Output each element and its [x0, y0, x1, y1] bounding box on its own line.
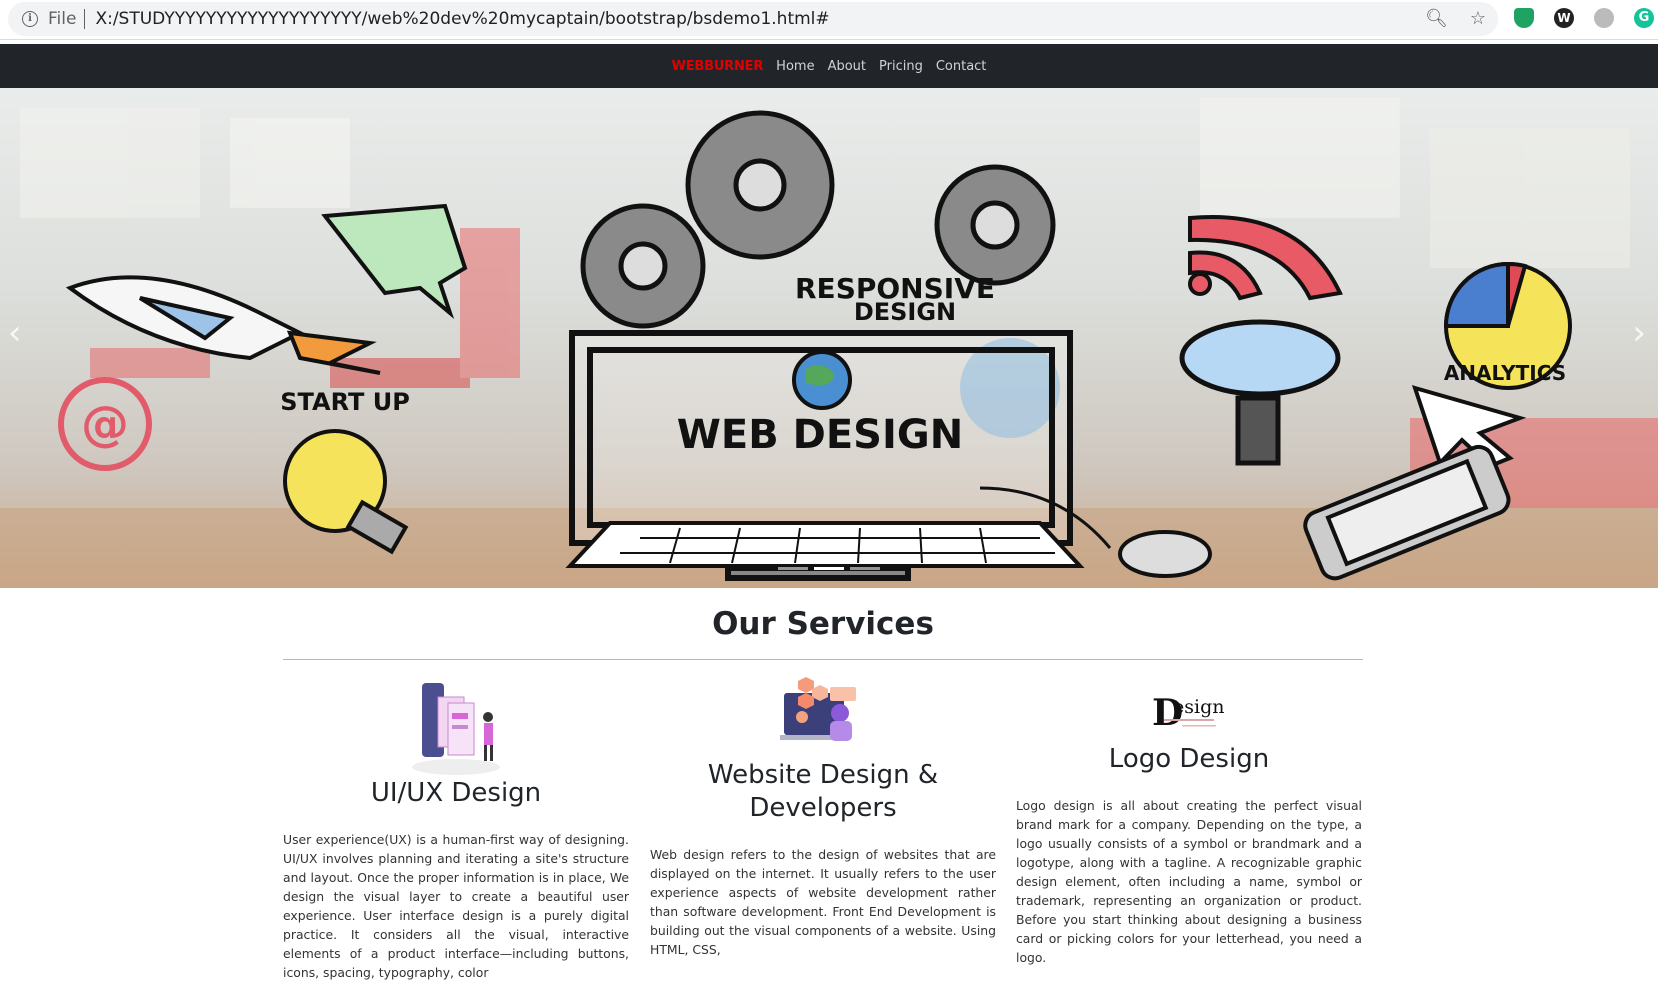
service-description: User experience(UX) is a human-first way… — [283, 832, 629, 980]
address-bar[interactable]: i File X:/STUDYYYYYYYYYYYYYYYYYYY/web%20… — [8, 2, 1498, 36]
service-title: Website Design & Developers — [707, 760, 939, 823]
chevron-left-icon[interactable]: ‹ — [8, 313, 22, 353]
carousel-indicator[interactable] — [778, 567, 808, 570]
at-label: @ — [81, 396, 129, 452]
carousel-indicator-active[interactable] — [814, 567, 844, 570]
browser-toolbar: i File X:/STUDYYYYYYYYYYYYYYYYYYY/web%20… — [0, 0, 1658, 40]
carousel-indicator[interactable] — [850, 567, 880, 570]
hero-carousel: RESPONSIVE DESIGN WEB DESIGN START UP @ … — [0, 88, 1658, 588]
url-scheme: File — [48, 9, 77, 29]
services-divider — [283, 659, 1363, 660]
logo-wordmark: esign — [1173, 696, 1224, 718]
magnifier-icon — [1179, 319, 1341, 466]
service-card-uiux: UI/UX Design User experience(UX) is a hu… — [283, 673, 629, 982]
design-logo-icon: D esign — [1152, 692, 1224, 734]
navbar-brand[interactable]: WEBBURNER — [672, 59, 764, 74]
bookmark-star-icon[interactable]: ☆ — [1470, 9, 1486, 29]
info-icon[interactable]: i — [22, 11, 38, 27]
startup-label: START UP — [280, 388, 410, 416]
grammarly-extension-icon[interactable]: G — [1634, 8, 1654, 28]
nav-link-home[interactable]: Home — [776, 59, 814, 74]
zoom-icon[interactable]: 🔍︎ — [1425, 9, 1448, 29]
service-description: Web design refers to the design of websi… — [650, 847, 996, 957]
shield-extension-icon[interactable] — [1514, 8, 1534, 28]
w-extension-icon[interactable]: W — [1554, 8, 1574, 28]
grey-extension-icon[interactable] — [1594, 8, 1614, 28]
url-separator — [84, 9, 86, 29]
service-card-web: Website Design & Developers Web design r… — [650, 673, 996, 959]
service-title: UI/UX Design — [370, 778, 542, 808]
services-title: Our Services — [712, 606, 934, 642]
chevron-right-icon[interactable]: › — [1632, 313, 1646, 353]
service-description: Logo design is all about creating the pe… — [1016, 798, 1362, 965]
service-title: Logo Design — [1108, 744, 1270, 774]
nav-link-about[interactable]: About — [828, 59, 866, 74]
web-dev-illustration-icon — [780, 677, 856, 741]
url-text[interactable]: X:/STUDYYYYYYYYYYYYYYYYYYY/web%20dev%20m… — [95, 9, 829, 29]
keyboard-icon — [565, 521, 1085, 568]
speech-bubble-icon — [321, 203, 468, 320]
ux-illustration-icon — [412, 683, 500, 775]
analytics-label: ANALYTICS — [1444, 361, 1566, 385]
service-card-logo: D esign Logo Design Logo design is all a… — [1016, 673, 1362, 967]
nav-link-contact[interactable]: Contact — [936, 59, 987, 74]
wifi-icon — [1188, 215, 1343, 301]
design-label: DESIGN — [854, 298, 956, 326]
carousel-indicators — [0, 567, 1658, 570]
nav-link-pricing[interactable]: Pricing — [879, 59, 923, 74]
large-gear-icon — [685, 110, 835, 260]
web-design-label: WEB DESIGN — [677, 412, 963, 458]
site-navbar: WEBBURNER Home About Pricing Contact — [0, 44, 1658, 88]
hero-illustration: RESPONSIVE DESIGN WEB DESIGN START UP @ … — [0, 98, 1658, 588]
